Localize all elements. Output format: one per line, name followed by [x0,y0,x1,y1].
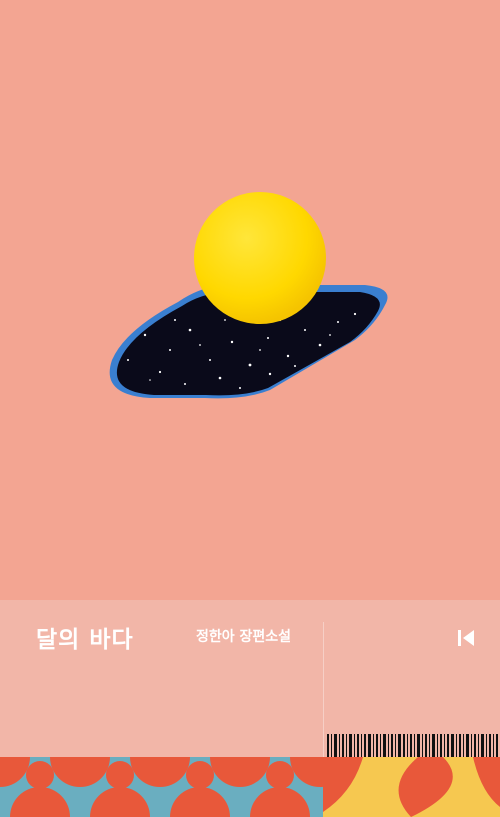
ticket-divider [323,622,324,757]
book-cover: 달의 바다 정한아 장편소설 [0,0,500,817]
author-line: 정한아 장편소설 [196,629,292,645]
pattern-strip-left [0,757,323,817]
barcode-icon [327,734,498,759]
cover-illustration [109,192,388,399]
pattern-strip-right [323,757,500,817]
publisher-logo-icon [458,630,474,646]
book-title: 달의 바다 [36,626,134,653]
moon [194,192,326,324]
